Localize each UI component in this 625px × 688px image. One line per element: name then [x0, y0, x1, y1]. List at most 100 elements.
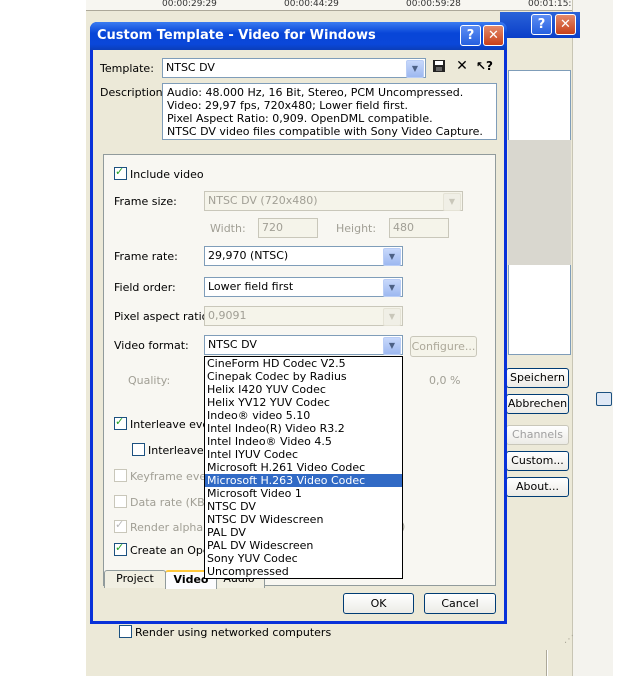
- interleave-every-checkbox[interactable]: Interleave ever: [114, 415, 214, 431]
- dropdown-option[interactable]: Intel IYUV Codec: [205, 448, 402, 461]
- ruler-tick: 00:00:59:28: [406, 0, 461, 9]
- frame-size-combo[interactable]: NTSC DV (720x480) ▼: [204, 191, 463, 211]
- video-format-label: Video format:: [114, 339, 189, 352]
- keyframe-every-label: Keyframe eve: [130, 470, 207, 483]
- abbrechen-button[interactable]: Abbrechen: [506, 394, 569, 414]
- template-value: NTSC DV: [166, 61, 215, 74]
- ok-button[interactable]: OK: [343, 593, 414, 614]
- resize-grip-icon[interactable]: ⋰: [564, 634, 576, 646]
- dropdown-option[interactable]: Intel Indeo(R) Video R3.2: [205, 422, 402, 435]
- video-format-value: NTSC DV: [208, 338, 257, 351]
- height-field[interactable]: 480: [389, 218, 449, 238]
- checkbox-box[interactable]: [119, 625, 132, 638]
- dialog-title: Custom Template - Video for Windows: [97, 28, 376, 43]
- background-side-area: [572, 0, 613, 676]
- render-networked-label: Render using networked computers: [135, 626, 332, 639]
- description-line: NTSC DV video files compatible with Sony…: [167, 125, 483, 138]
- description-line: Video: 29,97 fps, 720x480; Lower field f…: [167, 99, 408, 112]
- dialog-titlebar: Custom Template - Video for Windows: [90, 22, 507, 50]
- cancel-button[interactable]: Cancel: [424, 593, 496, 614]
- description-line: Pixel Aspect Ratio: 0,909. OpenDML compa…: [167, 112, 433, 125]
- field-order-combo[interactable]: Lower field first ▼: [204, 277, 403, 297]
- create-open-checkbox[interactable]: Create an Oper: [114, 541, 215, 557]
- include-video-label: Include video: [130, 168, 204, 181]
- dropdown-option[interactable]: Microsoft H.261 Video Codec: [205, 461, 402, 474]
- width-label: Width:: [210, 222, 246, 235]
- dropdown-option[interactable]: NTSC DV Widescreen: [205, 513, 402, 526]
- interleave-e-checkbox[interactable]: Interleave e: [132, 443, 214, 457]
- chevron-down-icon[interactable]: ▼: [443, 193, 461, 211]
- checkbox-box[interactable]: [132, 443, 145, 456]
- checkbox-box[interactable]: [114, 541, 127, 556]
- template-combo[interactable]: NTSC DV ▼: [162, 58, 426, 78]
- keyframe-every-checkbox[interactable]: Keyframe eve: [114, 469, 206, 483]
- chevron-down-icon[interactable]: ▼: [383, 308, 401, 326]
- dropdown-option[interactable]: Sony YUV Codec: [205, 552, 402, 565]
- checkbox-box[interactable]: [114, 415, 127, 430]
- background-gray-panel: [508, 140, 571, 265]
- checkbox-box[interactable]: [114, 469, 127, 482]
- pixel-aspect-combo[interactable]: 0,9091 ▼: [204, 306, 403, 326]
- chevron-down-icon[interactable]: ▼: [406, 60, 424, 78]
- video-format-dropdown-list: CineForm HD Codec V2.5 Cinepak Codec by R…: [204, 356, 403, 579]
- dropdown-option[interactable]: Uncompressed: [205, 565, 402, 578]
- description-box: Audio: 48.000 Hz, 16 Bit, Stereo, PCM Un…: [162, 83, 497, 140]
- close-button[interactable]: ✕: [483, 25, 504, 46]
- configure-button[interactable]: Configure...: [410, 336, 477, 357]
- width-field[interactable]: 720: [258, 218, 318, 238]
- description-label: Description:: [100, 86, 167, 99]
- create-open-label: Create an Oper: [130, 544, 215, 557]
- background-close-button[interactable]: ✕: [555, 14, 576, 35]
- checkbox-box[interactable]: [114, 495, 127, 508]
- save-icon[interactable]: [431, 59, 447, 75]
- dropdown-option[interactable]: Intel Indeo® Video 4.5: [205, 435, 402, 448]
- include-video-checkbox[interactable]: Include video: [114, 165, 204, 181]
- pixel-aspect-value: 0,9091: [208, 309, 247, 322]
- frame-rate-combo[interactable]: 29,970 (NTSC) ▼: [204, 246, 403, 266]
- about-button[interactable]: About...: [506, 477, 569, 497]
- checkbox-box[interactable]: [114, 518, 127, 533]
- ruler-tick: 00:00:44:29: [284, 0, 339, 9]
- field-order-value: Lower field first: [208, 280, 294, 293]
- dropdown-option[interactable]: PAL DV: [205, 526, 402, 539]
- data-rate-checkbox[interactable]: Data rate (KByt: [114, 495, 215, 509]
- frame-rate-label: Frame rate:: [114, 250, 178, 263]
- tab-project[interactable]: Project: [104, 570, 166, 588]
- timeline-ruler: 00:00:29:29 00:00:44:29 00:00:59:28 00:0…: [86, 0, 613, 11]
- dropdown-option[interactable]: Indeo® video 5.10: [205, 409, 402, 422]
- context-help-icon[interactable]: ↖?: [476, 58, 493, 74]
- field-order-label: Field order:: [114, 281, 176, 294]
- chevron-down-icon[interactable]: ▼: [383, 337, 401, 355]
- chevron-down-icon[interactable]: ▼: [383, 248, 401, 266]
- chevron-down-icon[interactable]: ▼: [383, 279, 401, 297]
- ruler-tick: 00:00:29:29: [162, 0, 217, 9]
- dropdown-option[interactable]: PAL DV Widescreen: [205, 539, 402, 552]
- height-label: Height:: [336, 222, 377, 235]
- frame-size-label: Frame size:: [114, 195, 177, 208]
- monitor-icon[interactable]: [596, 392, 612, 406]
- data-rate-label: Data rate (KByt: [130, 496, 216, 509]
- dropdown-option[interactable]: NTSC DV: [205, 500, 402, 513]
- interleave-every-label: Interleave ever: [130, 418, 214, 431]
- channels-button[interactable]: Channels: [506, 425, 569, 445]
- background-help-button[interactable]: ?: [531, 14, 552, 35]
- dropdown-option[interactable]: Microsoft Video 1: [205, 487, 402, 500]
- description-line: Audio: 48.000 Hz, 16 Bit, Stereo, PCM Un…: [167, 86, 464, 99]
- dropdown-option[interactable]: Cinepak Codec by Radius: [205, 370, 402, 383]
- help-button[interactable]: ?: [460, 25, 481, 46]
- dropdown-option[interactable]: Helix I420 YUV Codec: [205, 383, 402, 396]
- dropdown-option[interactable]: Microsoft H.263 Video Codec: [205, 474, 402, 487]
- speichern-button[interactable]: Speichern: [506, 368, 569, 388]
- video-format-combo[interactable]: NTSC DV ▼: [204, 335, 403, 355]
- frame-rate-value: 29,970 (NTSC): [208, 249, 289, 262]
- delete-icon[interactable]: ✕: [454, 58, 470, 74]
- checkbox-box[interactable]: [114, 165, 127, 180]
- quality-value: 0,0 %: [429, 374, 461, 387]
- custom-button[interactable]: Custom...: [506, 451, 569, 471]
- dropdown-option[interactable]: Helix YV12 YUV Codec: [205, 396, 402, 409]
- dropdown-option[interactable]: CineForm HD Codec V2.5: [205, 357, 402, 370]
- template-label: Template:: [100, 62, 154, 75]
- quality-label: Quality:: [128, 374, 171, 387]
- render-networked-checkbox[interactable]: Render using networked computers: [119, 625, 331, 639]
- frame-size-value: NTSC DV (720x480): [208, 194, 318, 207]
